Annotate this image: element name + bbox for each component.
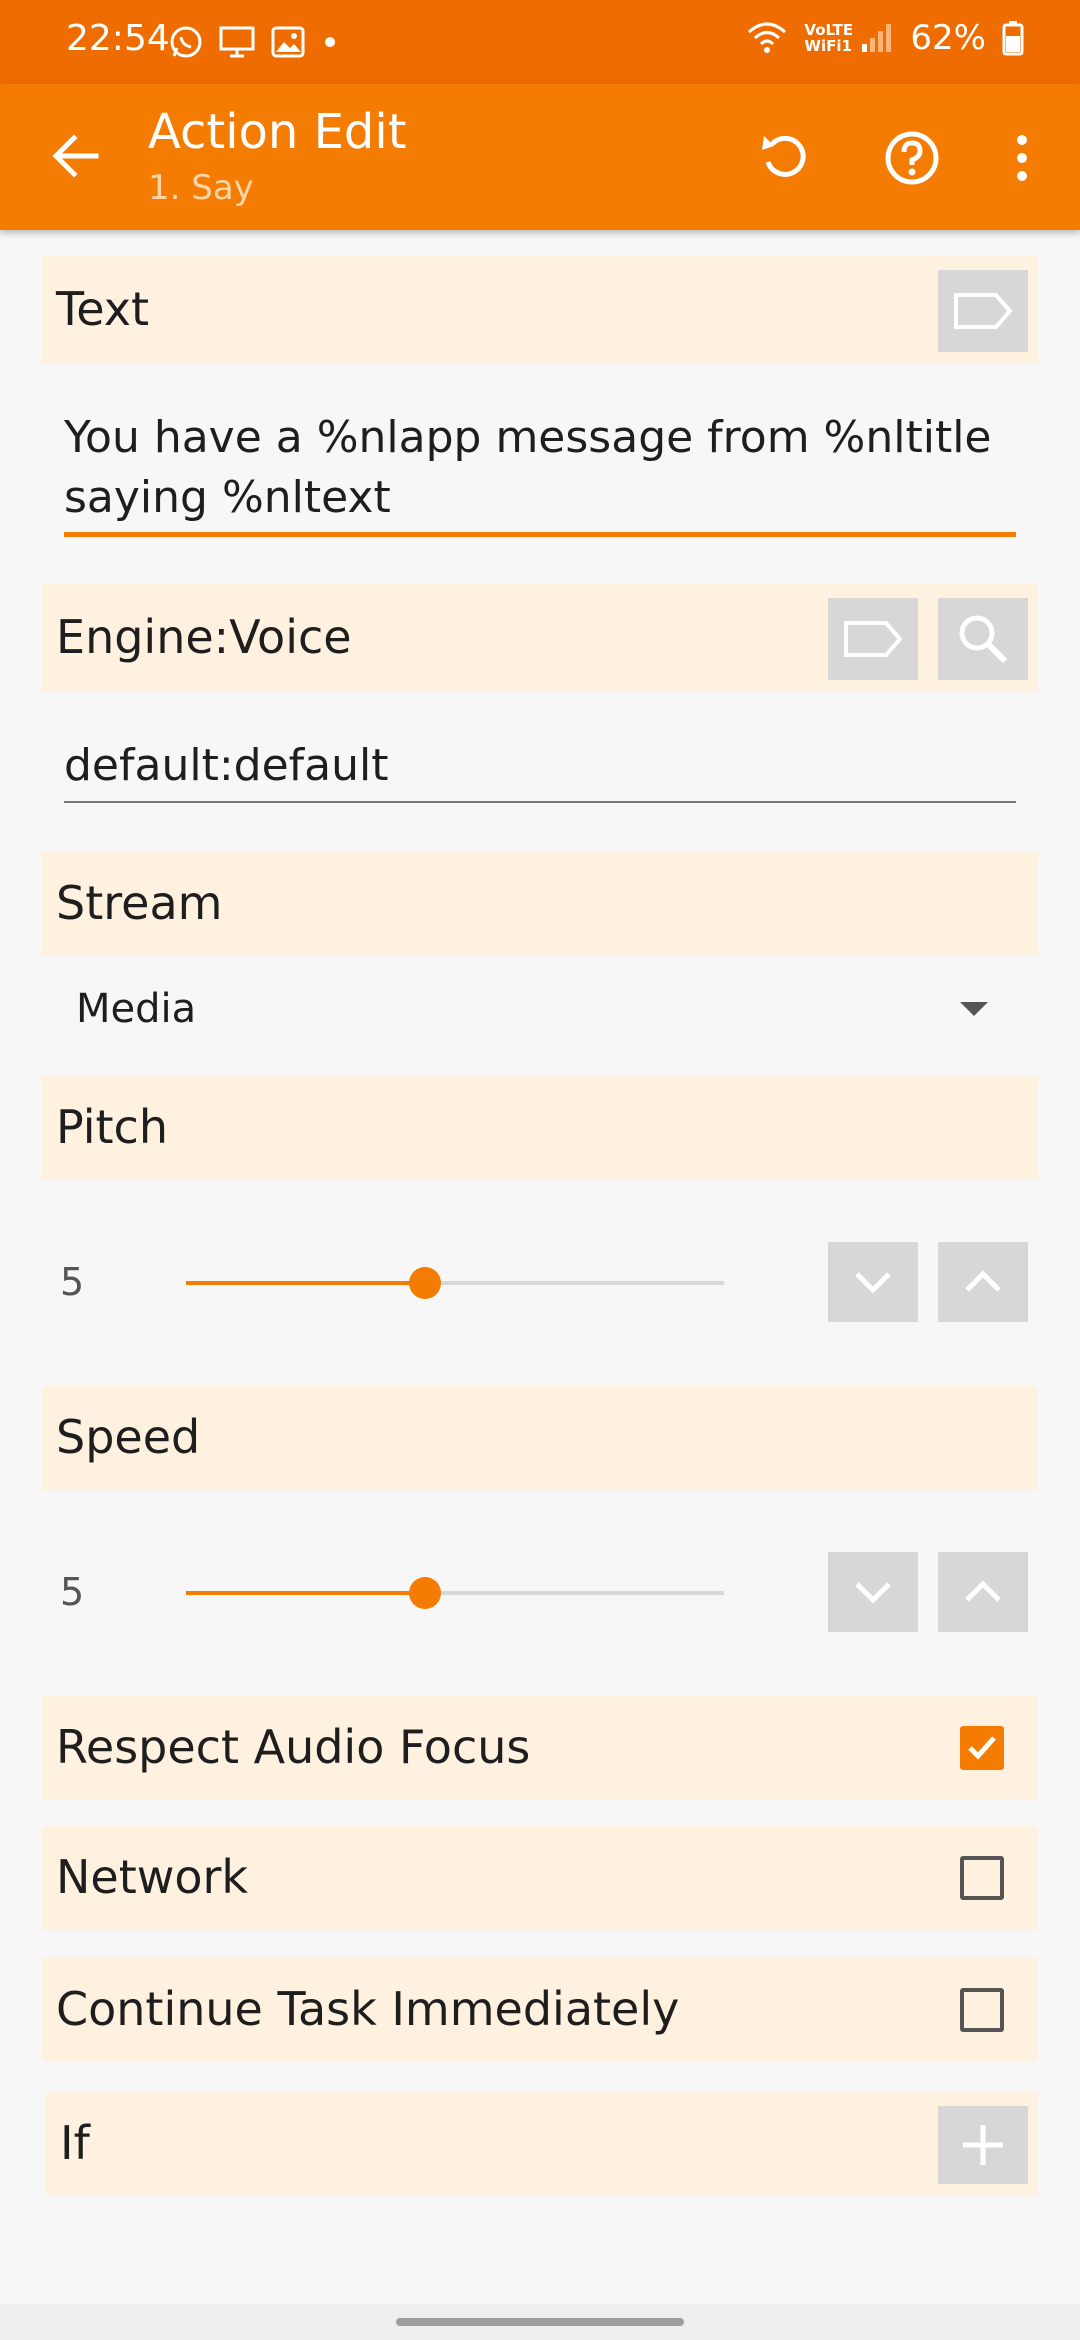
text-variable-button[interactable] bbox=[938, 270, 1028, 352]
checkmark-icon bbox=[968, 1736, 996, 1760]
more-vert-icon bbox=[1017, 135, 1027, 181]
speed-slider-thumb[interactable] bbox=[409, 1577, 442, 1609]
navigation-bar bbox=[0, 2304, 1080, 2340]
stream-selected-value: Media bbox=[76, 986, 197, 1032]
whatsapp-icon bbox=[170, 26, 202, 58]
network-label: Network bbox=[56, 1850, 249, 1904]
speed-increase-button[interactable] bbox=[938, 1552, 1028, 1632]
speed-label: Speed bbox=[56, 1410, 201, 1464]
search-icon bbox=[959, 615, 1008, 664]
back-button[interactable] bbox=[44, 124, 108, 188]
page-title: Action Edit bbox=[148, 104, 407, 160]
dropdown-arrow-icon bbox=[960, 1002, 988, 1016]
battery-icon bbox=[1002, 21, 1024, 56]
status-bar: 22:54 VoLTE WiFi1 62% bbox=[0, 0, 1080, 84]
continue-task-checkbox[interactable] bbox=[960, 1988, 1004, 2032]
arrow-back-icon bbox=[52, 134, 99, 178]
text-input[interactable]: You have a %nlapp message from %nltitle … bbox=[64, 408, 992, 528]
text-section-header: Text bbox=[42, 256, 1038, 364]
wifi-icon bbox=[748, 22, 787, 53]
pitch-decrease-button[interactable] bbox=[828, 1242, 918, 1322]
pitch-value: 5 bbox=[60, 1260, 85, 1304]
respect-audio-focus-row[interactable]: Respect Audio Focus bbox=[42, 1696, 1038, 1800]
text-input-underline bbox=[64, 532, 1016, 537]
text-label: Text bbox=[56, 282, 150, 336]
chevron-down-icon bbox=[855, 1582, 891, 1604]
home-gesture-handle[interactable] bbox=[396, 2318, 684, 2326]
text-input-line2: saying %nltext bbox=[64, 472, 391, 523]
app-bar: Action Edit 1. Say bbox=[0, 84, 1080, 230]
more-options-button[interactable] bbox=[986, 122, 1058, 194]
gallery-icon bbox=[271, 26, 305, 58]
battery-percent: 62% bbox=[910, 18, 986, 58]
engine-voice-section-header: Engine:Voice bbox=[42, 584, 1038, 692]
chevron-up-icon bbox=[965, 1270, 1001, 1292]
engine-search-button[interactable] bbox=[938, 598, 1028, 680]
chevron-up-icon bbox=[965, 1580, 1001, 1602]
add-condition-button[interactable] bbox=[938, 2106, 1028, 2184]
engine-voice-input[interactable]: default:default bbox=[64, 736, 388, 796]
status-left-icons bbox=[168, 20, 340, 64]
monitor-icon bbox=[219, 26, 255, 58]
speed-decrease-button[interactable] bbox=[828, 1552, 918, 1632]
pitch-increase-button[interactable] bbox=[938, 1242, 1028, 1322]
if-label: If bbox=[60, 2116, 90, 2170]
network-row[interactable]: Network bbox=[42, 1826, 1038, 1930]
undo-icon bbox=[762, 135, 806, 177]
engine-variable-button[interactable] bbox=[828, 598, 918, 680]
label-tag-icon bbox=[954, 293, 1013, 329]
network-label: VoLTE WiFi1 bbox=[804, 21, 854, 55]
stream-label: Stream bbox=[56, 876, 223, 930]
undo-button[interactable] bbox=[748, 122, 820, 194]
continue-task-label: Continue Task Immediately bbox=[56, 1982, 680, 2036]
engine-voice-label: Engine:Voice bbox=[56, 610, 352, 664]
pitch-slider-fill bbox=[186, 1281, 426, 1285]
if-section-header: If bbox=[46, 2092, 1038, 2196]
status-right: VoLTE WiFi1 62% bbox=[746, 18, 1024, 58]
label-tag-icon bbox=[844, 621, 903, 657]
chevron-down-icon bbox=[855, 1272, 891, 1294]
help-icon bbox=[885, 131, 939, 185]
network-checkbox[interactable] bbox=[960, 1856, 1004, 1900]
respect-audio-focus-checkbox[interactable] bbox=[960, 1726, 1004, 1770]
speed-section-header: Speed bbox=[42, 1386, 1038, 1490]
continue-task-row[interactable]: Continue Task Immediately bbox=[42, 1958, 1038, 2062]
help-button[interactable] bbox=[876, 122, 948, 194]
plus-icon bbox=[963, 2125, 1003, 2165]
speed-slider-fill bbox=[186, 1591, 426, 1595]
page-subtitle: 1. Say bbox=[148, 168, 254, 208]
text-input-line1: You have a %nlapp message from %nltitle bbox=[64, 412, 992, 463]
status-time: 22:54 bbox=[66, 18, 170, 59]
engine-voice-underline bbox=[64, 801, 1016, 803]
stream-section-header: Stream bbox=[42, 852, 1038, 956]
speed-value: 5 bbox=[60, 1570, 85, 1614]
dot-icon bbox=[325, 37, 335, 47]
pitch-slider-thumb[interactable] bbox=[409, 1267, 442, 1299]
signal-icon bbox=[862, 24, 892, 52]
stream-dropdown[interactable]: Media bbox=[42, 976, 1038, 1046]
pitch-label: Pitch bbox=[56, 1100, 168, 1154]
pitch-section-header: Pitch bbox=[42, 1076, 1038, 1180]
respect-audio-focus-label: Respect Audio Focus bbox=[56, 1720, 531, 1774]
